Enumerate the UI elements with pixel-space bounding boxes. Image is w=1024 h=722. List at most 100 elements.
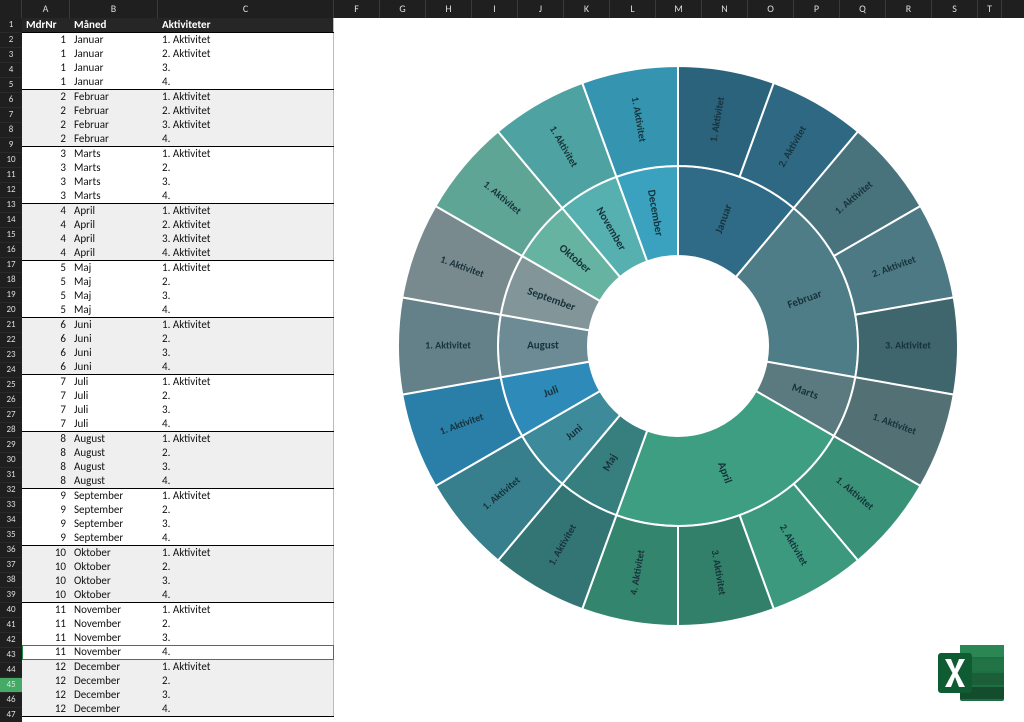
table-row[interactable]: 1Januar1. Aktivitet xyxy=(22,33,334,47)
sunburst-chart[interactable]: Januar1. Aktivitet2. AktivitetFebruar1. … xyxy=(348,36,1008,656)
row-header[interactable]: 44 xyxy=(0,663,22,678)
cell-month[interactable]: Juli xyxy=(70,375,158,389)
cell-mdrnr[interactable]: 1 xyxy=(22,33,70,47)
cell-mdrnr[interactable]: 7 xyxy=(22,417,70,431)
cell-month[interactable]: September xyxy=(70,489,158,503)
row-header[interactable]: 37 xyxy=(0,558,22,573)
cell-mdrnr[interactable]: 1 xyxy=(22,75,70,89)
cell-month[interactable]: December xyxy=(70,688,158,702)
row-header[interactable]: 5 xyxy=(0,78,22,93)
cell-mdrnr[interactable]: 4 xyxy=(22,204,70,218)
cell-mdrnr[interactable]: 6 xyxy=(22,318,70,332)
table-row[interactable]: 4April4. Aktivitet xyxy=(22,246,334,261)
col-header-G[interactable]: G xyxy=(380,0,426,18)
table-row[interactable]: 7Juli4. xyxy=(22,417,334,432)
row-header[interactable]: 35 xyxy=(0,528,22,543)
cell-month[interactable]: November xyxy=(70,603,158,617)
cell-activity[interactable]: 3. Aktivitet xyxy=(158,118,334,132)
cell-activity[interactable]: 4. xyxy=(158,474,334,488)
cell-activity[interactable]: 4. xyxy=(158,303,334,317)
select-all-corner[interactable] xyxy=(0,0,22,18)
cell-activity[interactable]: 2. xyxy=(158,389,334,403)
table-row[interactable]: 2Februar3. Aktivitet xyxy=(22,118,334,132)
cell-activity[interactable]: 3. xyxy=(158,631,334,645)
table-row[interactable]: 3Marts4. xyxy=(22,189,334,204)
cell-mdrnr[interactable]: 8 xyxy=(22,446,70,460)
table-row[interactable]: 8August4. xyxy=(22,474,334,489)
cell-mdrnr[interactable]: 11 xyxy=(22,645,70,659)
cell-month[interactable]: Februar xyxy=(70,104,158,118)
table-row[interactable]: 7Juli1. Aktivitet xyxy=(22,375,334,389)
table-row[interactable]: 6Juni3. xyxy=(22,346,334,360)
cell-month[interactable]: August xyxy=(70,432,158,446)
col-header-Q[interactable]: Q xyxy=(840,0,886,18)
cell-month[interactable]: April xyxy=(70,204,158,218)
table-row[interactable]: 7Juli2. xyxy=(22,389,334,403)
table-row[interactable]: 2Februar2. Aktivitet xyxy=(22,104,334,118)
col-header-L[interactable]: L xyxy=(610,0,656,18)
row-header-bar[interactable]: 1234567891011121314151617181920212223242… xyxy=(0,18,22,722)
cell-mdrnr[interactable]: 8 xyxy=(22,460,70,474)
cell-activity[interactable]: 3. xyxy=(158,61,334,75)
col-header-A[interactable]: A xyxy=(22,0,70,18)
cell-mdrnr[interactable]: 10 xyxy=(22,560,70,574)
cell-mdrnr[interactable]: 7 xyxy=(22,375,70,389)
cell-activity[interactable]: 4. xyxy=(158,645,334,659)
cell-activity[interactable]: 2. xyxy=(158,674,334,688)
cell-activity[interactable]: 4. xyxy=(158,75,334,89)
cell-activity[interactable]: 3. xyxy=(158,688,334,702)
table-row[interactable]: 9September3. xyxy=(22,517,334,531)
cell-activity[interactable]: 3. xyxy=(158,403,334,417)
table-row[interactable]: 10Oktober2. xyxy=(22,560,334,574)
table-row[interactable]: 11November3. xyxy=(22,631,334,645)
cell-month[interactable]: August xyxy=(70,446,158,460)
table-row[interactable]: 1Januar2. Aktivitet xyxy=(22,47,334,61)
cell-month[interactable]: Februar xyxy=(70,132,158,146)
cell-mdrnr[interactable]: 4 xyxy=(22,246,70,260)
row-header[interactable]: 17 xyxy=(0,258,22,273)
cell-activity[interactable]: 1. Aktivitet xyxy=(158,318,334,332)
cell-mdrnr[interactable]: 12 xyxy=(22,688,70,702)
cell-mdrnr[interactable]: 10 xyxy=(22,574,70,588)
cell-mdrnr[interactable]: 1 xyxy=(22,61,70,75)
cell-mdrnr[interactable]: 5 xyxy=(22,275,70,289)
row-header[interactable]: 47 xyxy=(0,708,22,722)
cell-month[interactable]: September xyxy=(70,517,158,531)
col-header-O[interactable]: O xyxy=(748,0,794,18)
table-row[interactable]: 4April3. Aktivitet xyxy=(22,232,334,246)
cell-activity[interactable]: 2. xyxy=(158,560,334,574)
cell-month[interactable]: December xyxy=(70,660,158,674)
cell-mdrnr[interactable]: 4 xyxy=(22,218,70,232)
table-row[interactable]: 3Marts1. Aktivitet xyxy=(22,147,334,161)
row-header[interactable]: 31 xyxy=(0,468,22,483)
cell-month[interactable]: September xyxy=(70,503,158,517)
table-row[interactable]: 5Maj1. Aktivitet xyxy=(22,261,334,275)
table-row[interactable]: 10Oktober3. xyxy=(22,574,334,588)
cell-month[interactable]: November xyxy=(70,645,158,659)
row-header[interactable]: 11 xyxy=(0,168,22,183)
cell-month[interactable]: December xyxy=(70,674,158,688)
row-header[interactable]: 12 xyxy=(0,183,22,198)
row-header[interactable]: 39 xyxy=(0,588,22,603)
cell-month[interactable]: September xyxy=(70,531,158,545)
cell-month[interactable]: Maj xyxy=(70,289,158,303)
cell-activity[interactable]: 1. Aktivitet xyxy=(158,546,334,560)
col-header-R[interactable]: R xyxy=(886,0,932,18)
col-header-C[interactable]: C xyxy=(158,0,334,18)
cell-activity[interactable]: 1. Aktivitet xyxy=(158,204,334,218)
row-header[interactable]: 3 xyxy=(0,48,22,63)
row-header[interactable]: 40 xyxy=(0,603,22,618)
table-row[interactable]: 4April1. Aktivitet xyxy=(22,204,334,218)
row-header[interactable]: 46 xyxy=(0,693,22,708)
cell-activity[interactable]: 2. Aktivitet xyxy=(158,218,334,232)
cell-activity[interactable]: 1. Aktivitet xyxy=(158,603,334,617)
row-header[interactable]: 45 xyxy=(0,678,22,693)
table-row[interactable]: 6Juni4. xyxy=(22,360,334,375)
cell-mdrnr[interactable]: 8 xyxy=(22,432,70,446)
row-header[interactable]: 22 xyxy=(0,333,22,348)
table-row[interactable]: 6Juni2. xyxy=(22,332,334,346)
cell-activity[interactable]: 3. xyxy=(158,289,334,303)
col-header-N[interactable]: N xyxy=(702,0,748,18)
cell-activity[interactable]: 4. xyxy=(158,702,334,716)
table-row[interactable]: 1Januar4. xyxy=(22,75,334,90)
